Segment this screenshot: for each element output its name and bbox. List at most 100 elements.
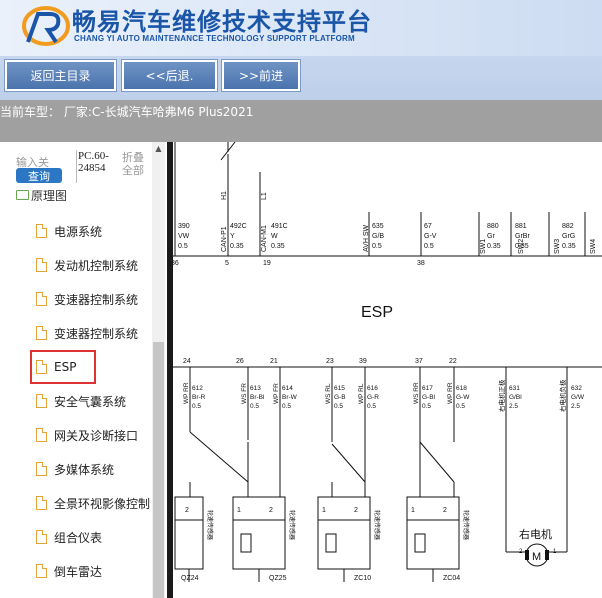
tree-item-label: 全景环视影像控制 — [54, 496, 151, 511]
wire-label: 631 — [509, 385, 520, 392]
wire-label: 492C — [230, 223, 247, 230]
vlabel: CAN-P1 — [221, 226, 228, 252]
wire-label: G-B — [334, 394, 346, 401]
wire-label: 0.35 — [230, 243, 244, 250]
vlabel: SW2 — [518, 239, 525, 254]
wire-label: 613 — [250, 385, 261, 392]
collapse-all-button[interactable]: 折叠 全部 — [122, 151, 144, 177]
wire-label: 390 — [178, 223, 190, 230]
wire-label: 615 — [334, 385, 345, 392]
wire-label: Gr — [487, 233, 495, 240]
tree-item-parking-radar[interactable]: 倒车雷达 — [36, 560, 102, 582]
wire-label: 0.5 — [456, 403, 465, 410]
document-icon — [36, 496, 47, 510]
header-banner: 畅易汽车维修技术支持平台 CHANG YI AUTO MAINTENANCE T… — [0, 0, 602, 56]
platform-title: 畅易汽车维修技术支持平台 — [72, 8, 372, 36]
document-icon — [36, 428, 47, 442]
query-button[interactable]: 查询 — [16, 168, 62, 183]
wire-label: 612 — [192, 385, 203, 392]
document-icon — [36, 394, 47, 408]
top-wire-labels: 390 VW 0.5 36 492C Y 0.35 5 491C W 0.35 … — [173, 223, 576, 267]
platform-subtitle: CHANG YI AUTO MAINTENANCE TECHNOLOGY SUP… — [74, 34, 355, 43]
wire-label: 0.5 — [424, 243, 434, 250]
wire-label: 632 — [571, 385, 582, 392]
vlabel: SW1 — [480, 239, 487, 254]
back-button[interactable]: <<后退. — [121, 59, 218, 92]
wire-label: 880 — [487, 223, 499, 230]
folder-open-icon — [16, 190, 29, 200]
node-label: 21 — [270, 358, 278, 365]
vlabel: WS FR — [241, 383, 248, 404]
nav-toolbar: 返回主目录 <<后退. >>前进 — [0, 56, 602, 100]
wire-label: G-R — [367, 394, 379, 401]
scroll-up-arrow-icon[interactable]: ▲ — [152, 144, 165, 154]
forward-button[interactable]: >>前进 — [221, 59, 301, 92]
pc-code-text: PC.60-24854 — [76, 150, 116, 183]
document-icon — [36, 292, 47, 306]
wire-label: 67 — [424, 223, 432, 230]
wire-label: 0.5 — [282, 403, 291, 410]
collapse-line2: 全部 — [122, 164, 144, 177]
tree-item-label: 安全气囊系统 — [54, 394, 127, 409]
document-icon — [36, 258, 47, 272]
tree-item-multimedia[interactable]: 多媒体系统 — [36, 458, 114, 480]
wire-label: 0.35 — [271, 243, 285, 250]
vlabel: WP FR — [273, 383, 280, 404]
wire-label: GrG — [562, 233, 575, 240]
scroll-thumb[interactable] — [153, 342, 164, 598]
tree-item-label: 组合仪表 — [54, 530, 103, 545]
wire-label: G-Bl — [422, 394, 436, 401]
tree-item-instrument-cluster[interactable]: 组合仪表 — [36, 526, 102, 548]
wire-label: G/B — [372, 233, 384, 240]
vlabel: 右电机正极 — [497, 379, 506, 412]
wire-label: Br-W — [282, 394, 298, 401]
sidebar-scrollbar[interactable]: ▲ — [152, 142, 165, 598]
document-icon — [36, 224, 47, 238]
diagram-title: ESP — [361, 304, 393, 321]
tree-item-esp[interactable]: ESP — [36, 356, 76, 378]
vlabel: WS RR — [413, 382, 420, 404]
bottom-wire-labels: 612 Br-R 0.5 613 Br-Bl 0.5 614 Br-W 0.5 … — [192, 385, 585, 410]
tree-item-surround-view[interactable]: 全景环视影像控制 — [36, 492, 150, 514]
bottom-node-labels: 24 26 21 23 39 37 22 — [183, 358, 457, 365]
tree-item-transmission-control-1[interactable]: 变速器控制系统 — [36, 288, 138, 310]
node-label: 24 — [183, 358, 191, 365]
tree-root-label: 原理图 — [31, 189, 68, 201]
document-icon — [36, 360, 47, 374]
tree-item-airbag[interactable]: 安全气囊系统 — [36, 390, 126, 412]
sensor-desc: 轮速传感器 — [462, 510, 470, 540]
tree-root-schematics[interactable]: 原理图 — [16, 189, 67, 201]
sensor-id: QZ24 — [181, 575, 199, 582]
node-label: 23 — [326, 358, 334, 365]
wire-label: 0.5 — [192, 403, 201, 410]
top-wires — [173, 142, 602, 257]
home-button[interactable]: 返回主目录 — [4, 59, 117, 92]
node-label: 38 — [417, 260, 425, 267]
wire-label: 0.5 — [178, 243, 188, 250]
tree-item-engine-control[interactable]: 发动机控制系统 — [36, 254, 138, 276]
tree-item-power-system[interactable]: 电源系统 — [36, 220, 102, 242]
wire-label: 0.5 — [250, 403, 259, 410]
tree-item-label: 多媒体系统 — [54, 462, 115, 477]
pin-label: 1 — [411, 507, 415, 514]
tree-item-transmission-control-2[interactable]: 变速器控制系统 — [36, 322, 138, 344]
wire-label: 2.5 — [509, 403, 518, 410]
vlabel: CAN-M1 — [261, 225, 268, 252]
wire-label: 881 — [515, 223, 527, 230]
wire-label: Br-Bl — [250, 394, 265, 401]
collapse-line1: 折叠 — [122, 151, 144, 164]
vlabel: AVH SW — [363, 225, 370, 252]
wire-label: 0.5 — [334, 403, 343, 410]
wire-label: 882 — [562, 223, 574, 230]
wire-label: 2.5 — [571, 403, 580, 410]
node-label: 36 — [173, 260, 179, 267]
wire-label: 0.35 — [562, 243, 576, 250]
wiring-diagram-viewer[interactable]: 390 VW 0.5 36 492C Y 0.35 5 491C W 0.35 … — [173, 142, 602, 598]
tree-item-gateway-diagnostic[interactable]: 网关及诊断接口 — [36, 424, 138, 446]
pin-label: 1 — [322, 507, 326, 514]
sensor-connectors — [174, 496, 460, 582]
pin-label: 2 — [443, 507, 447, 514]
wire-label: VW — [178, 233, 190, 240]
sensor-desc: 轮速传感器 — [288, 510, 296, 540]
wire-label: W — [271, 233, 278, 240]
